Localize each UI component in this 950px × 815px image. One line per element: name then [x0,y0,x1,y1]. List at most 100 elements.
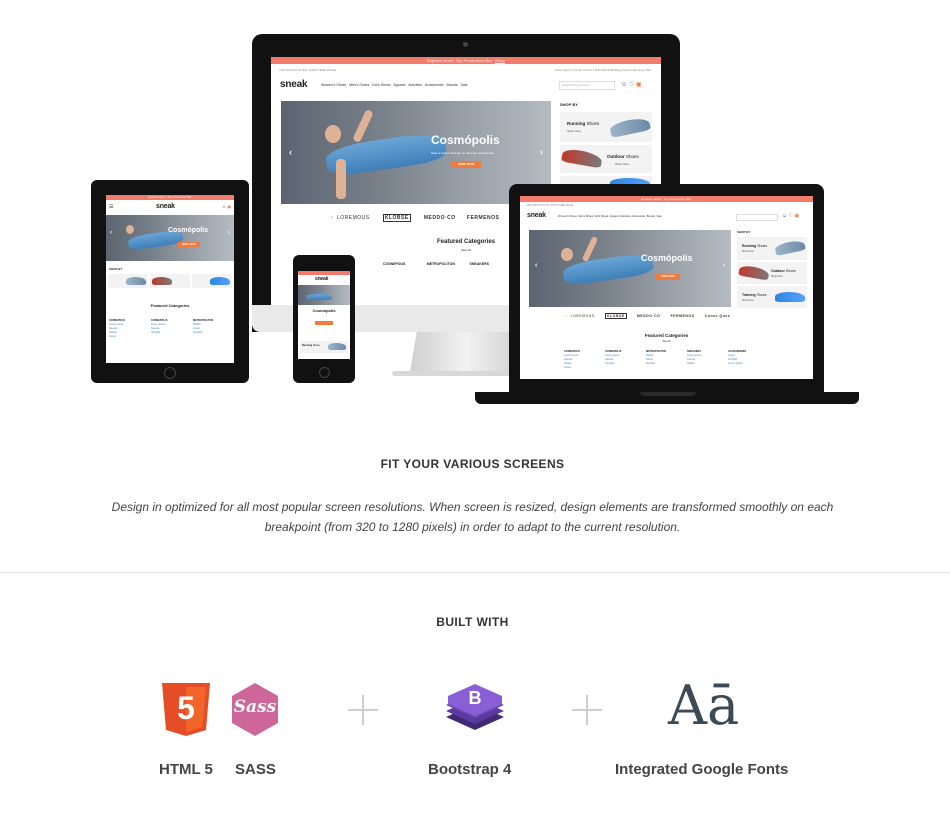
hero-cta-button[interactable]: SHOP NOW [451,161,481,168]
laptop-cat-link-13[interactable]: Nullam [687,362,701,366]
tablet-cat-link-10[interactable]: Viva Elit [193,331,213,335]
brand-loremous[interactable]: LOREMOUS [337,215,370,221]
nav-item-sale[interactable]: Sale [461,83,468,87]
laptop-featured-see-all[interactable]: See All [520,340,813,343]
laptop-screen: Explore Now!, Top Promotion Bar USD DISC… [520,196,813,379]
laptop-hero-cta[interactable]: SHOP NOW [656,274,680,280]
laptop-cart-icon[interactable]: ▣ [794,213,799,219]
laptop-hero-banner[interactable]: Cosmópolis SHOP NOW ‹ › [529,230,731,307]
laptop-nav-womens[interactable]: Women's Shoes [558,215,577,218]
hero-next-arrow[interactable]: › [540,147,543,157]
cart-icon[interactable]: ▣ [636,82,642,88]
bootstrap-label: Bootstrap 4 [428,761,512,778]
laptop-brand-conse[interactable]: Conse Ques [705,314,730,318]
hero-prev-arrow[interactable]: ‹ [289,147,292,157]
tablet-user-icon[interactable]: ☺ [222,204,226,209]
category-head-1[interactable]: COSNEPOUS [383,262,405,266]
nav-item-activities[interactable]: Activities [408,83,422,87]
laptop-hero-prev[interactable]: ‹ [535,262,537,269]
search-input[interactable]: Search for a product... [559,81,615,90]
laptop-hero-next[interactable]: › [723,262,725,269]
laptop-search-input[interactable] [736,214,778,221]
laptop-user-icon[interactable]: ☺ [782,213,787,219]
side-card-outdoor[interactable]: Outdoor Shoes Shop Now [560,145,652,173]
laptop-card-running-link[interactable]: Shop Now [742,250,754,253]
laptop-header-icons[interactable]: ☺ ♡ ▣ [782,213,799,219]
nav-item-womens[interactable]: Women's Shoes [321,83,346,87]
category-head-4[interactable]: SNEAKERS [470,262,489,266]
laptop-nav-apparel[interactable]: Apparel [610,215,619,218]
main-nav: Women's Shoes Men's Shoes Kid's Shoes Ap… [321,83,468,87]
tablet-hero-banner[interactable]: Cosmópolis SHOP NOW ‹ › [106,215,234,261]
laptop-cat-link-4[interactable]: Cesar [564,366,580,370]
tablet-category-col-2: COSNEPOLIS Lorem ipsum Caesra Viva Elit [151,319,167,335]
tablet-hero-prev[interactable]: ‹ [110,230,112,236]
outdoor-shoe-image [561,147,603,169]
tablet-card-outdoor[interactable] [150,274,190,288]
nav-item-brands[interactable]: Brands [447,83,458,87]
search-placeholder: Search for a product... [562,83,592,87]
laptop-card-training-link[interactable]: Shop Now [742,299,754,302]
laptop-brand-fermenos[interactable]: FERMENOS [671,314,695,318]
phone-logo[interactable]: sneak [315,276,328,282]
heart-icon[interactable]: ♡ [629,82,634,88]
sass-logo-text: Sass [233,697,277,717]
promo-link[interactable]: Shop [495,58,505,63]
tablet-hero-cta[interactable]: SHOP NOW [178,242,200,247]
tablet-header-icons[interactable]: ☺ ▣ [222,204,231,209]
laptop-brand-loremous[interactable]: LOREMOUS [571,314,595,318]
brand-fermenos[interactable]: FERMENOS [467,215,499,221]
laptop-heart-icon[interactable]: ♡ [789,213,793,219]
laptop-nav-accessories[interactable]: Accessories [631,215,645,218]
laptop-card-outdoor-link[interactable]: Shop Now [771,275,783,278]
phone-card-running[interactable]: Running Shoes [300,341,348,353]
laptop-nav-brands[interactable]: Brands [647,215,655,218]
side-card-running-link[interactable]: Shop Now [567,129,581,133]
laptop-nav-kids[interactable]: Kid's Shoes [595,215,609,218]
laptop-nav-activities[interactable]: Activities [620,215,630,218]
laptop-cat-link-7[interactable]: Viva Elit [605,362,621,366]
laptop-card-outdoor[interactable]: Outdoor Shoes Shop Now [737,262,807,284]
laptop-brand-strip: ‹ LOREMOUS KLOBSE MEDDO·CO FERMENOS Cons… [566,313,730,319]
tablet-menu-icon[interactable]: ☰ [109,204,113,210]
nav-item-apparel[interactable]: Apparel [393,83,405,87]
side-card-outdoor-link[interactable]: Shop Now [615,162,629,166]
brand-meddo[interactable]: MEDDO·CO [424,215,456,221]
laptop-cat-link-16[interactable]: Lorem ipsum [728,362,746,366]
tablet-logo[interactable]: sneak [156,203,175,210]
phone-promo-bar [298,271,350,275]
nav-item-kids[interactable]: Kid's Shoes [372,83,390,87]
phone-hero-banner[interactable] [298,285,350,305]
tablet-card-running[interactable] [108,274,148,288]
laptop-brands-prev[interactable]: ‹ [566,314,568,318]
tablet-cat-link-4[interactable]: Cesar [109,335,125,339]
laptop-category-col-5: ACCESSORIES Cesar Viva Elit Lorem ipsum [728,350,746,366]
category-head-3[interactable]: METROPOLITON [427,262,455,266]
laptop-nav-mens[interactable]: Men's Shoes [578,215,593,218]
laptop-category-col-2: COSNEPOLIS Lorem ipsum Caesra Viva Elit [605,350,621,366]
laptop-nav-sale[interactable]: Sale [656,215,661,218]
nav-item-mens[interactable]: Men's Shoes [349,83,369,87]
nav-item-accessories[interactable]: Accessories [425,83,444,87]
phone-cta-button[interactable] [315,321,333,325]
brands-prev-arrow[interactable]: ‹ [331,215,333,221]
laptop-brand-meddo[interactable]: MEDDO·CO [637,314,660,318]
laptop-logo[interactable]: sneak [527,212,546,219]
laptop-card-running[interactable]: Running Shoes Shop Now [737,237,807,260]
tablet-cart-icon[interactable]: ▣ [227,204,231,209]
built-with-title: BUILT WITH [436,615,509,629]
tablet-cat-link-7[interactable]: Viva Elit [151,331,167,335]
utility-right[interactable]: Need Help? or Order Online 1-800-000-000… [555,68,651,72]
tablet-card-training[interactable] [192,274,232,288]
user-icon[interactable]: ☺ [621,82,627,88]
html5-label: HTML 5 [159,761,213,778]
side-card-running[interactable]: Running Shoes Shop Now [560,112,652,142]
laptop-brand-klobse[interactable]: KLOBSE [604,313,627,319]
laptop-cat-link-10[interactable]: Viva Elit [646,362,666,366]
header-icons[interactable]: ☺ ♡ ▣ [621,81,642,88]
site-logo[interactable]: sneak [280,79,308,90]
laptop-featured-title: Featured Categories [644,333,689,338]
tablet-hero-next[interactable]: › [228,230,230,236]
laptop-card-training[interactable]: Training Shoes Shop Now [737,286,807,308]
brand-klobse[interactable]: KLOBSE [382,214,411,222]
